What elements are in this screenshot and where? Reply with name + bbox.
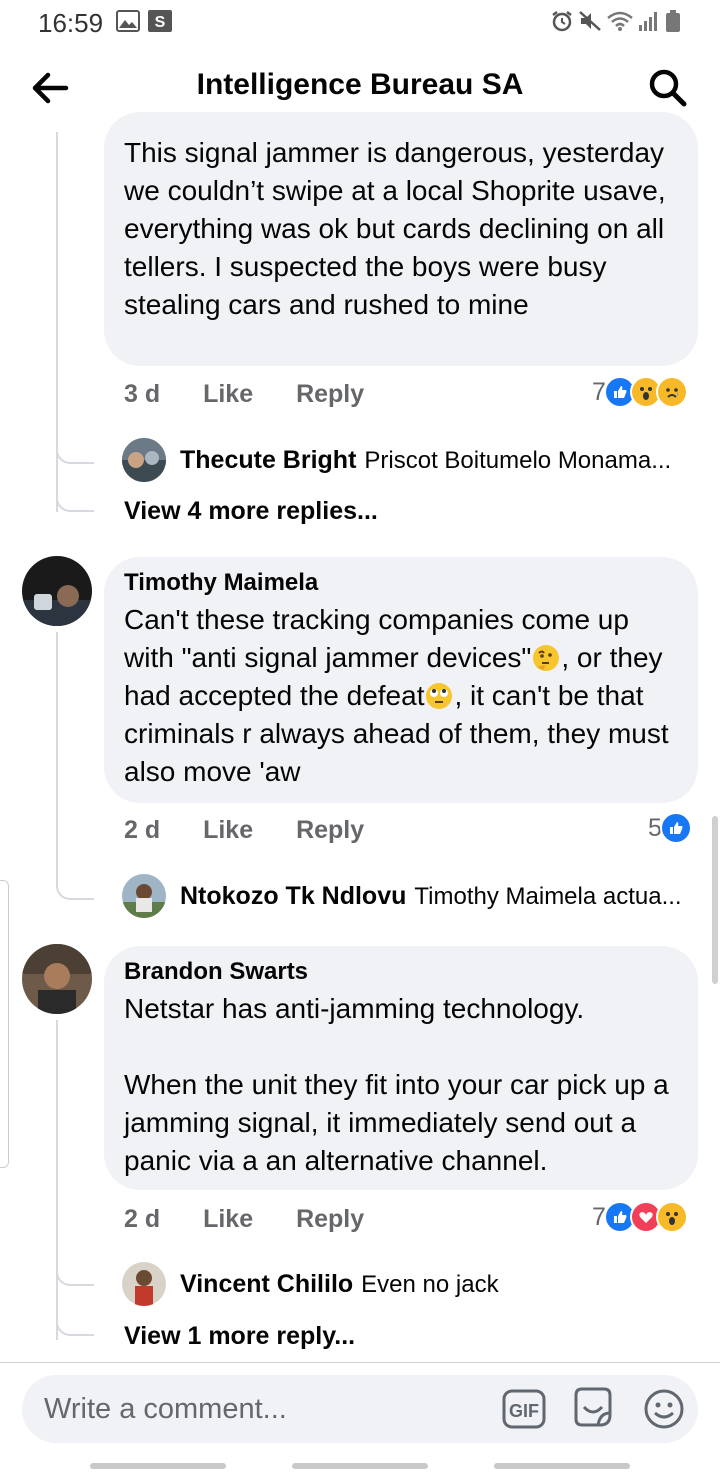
status-time: 16:59 — [38, 8, 104, 38]
reply-branch — [56, 420, 94, 464]
eye-roll-emoji-icon — [424, 680, 454, 711]
emoji-icon[interactable] — [642, 1387, 686, 1431]
reply-branch — [56, 486, 94, 512]
gallery-notification-icon — [116, 10, 140, 32]
battery-icon — [666, 10, 680, 32]
comment-text: This signal jammer is dangerous, yesterd… — [124, 137, 666, 320]
reply-branch — [56, 858, 94, 900]
like-button[interactable]: Like — [203, 1205, 253, 1233]
nav-gesture-bar — [90, 1463, 226, 1469]
page-title: Intelligence Bureau SA — [196, 68, 524, 101]
comment-actions: 2 d Like Reply — [124, 1205, 400, 1234]
like-button[interactable]: Like — [203, 380, 253, 408]
nav-gesture-bar — [292, 1463, 428, 1469]
view-more-replies-link[interactable]: View 4 more replies... — [124, 497, 378, 526]
comment-author[interactable]: Brandon Swarts — [124, 958, 678, 986]
scrollbar[interactable] — [712, 816, 718, 984]
avatar[interactable] — [122, 1262, 166, 1306]
sticker-icon[interactable] — [570, 1385, 616, 1431]
comment-bubble: Timothy Maimela Can't these tracking com… — [104, 557, 698, 803]
like-reaction-icon — [659, 812, 692, 844]
comment-text: Can't these tracking companies come up w… — [124, 601, 678, 791]
comment-time: 2 d — [124, 1205, 161, 1233]
status-bar: 16:59 S — [0, 0, 720, 44]
reaction-summary[interactable]: 5 — [648, 812, 692, 844]
reply-preview[interactable]: Thecute Bright Priscot Boitumelo Monama..… — [180, 446, 671, 475]
comment-text: Netstar has anti-jamming technology. Whe… — [124, 993, 669, 1176]
avatar[interactable] — [22, 944, 92, 1014]
reply-author: Ntokozo Tk Ndlovu — [180, 882, 407, 910]
reply-branch — [56, 1244, 94, 1286]
s-app-notification-icon: S — [148, 10, 172, 32]
comment-actions: 2 d Like Reply — [124, 816, 400, 845]
comment-time: 2 d — [124, 816, 161, 844]
comment-bubble: This signal jammer is dangerous, yesterd… — [104, 112, 698, 366]
reply-preview[interactable]: Vincent Chililo Even no jack — [180, 1270, 499, 1299]
reply-text: Even no jack — [361, 1271, 499, 1298]
reply-button[interactable]: Reply — [296, 816, 364, 844]
comment-input-placeholder: Write a comment... — [44, 1393, 287, 1425]
reply-button[interactable]: Reply — [296, 1205, 364, 1233]
reply-preview[interactable]: Ntokozo Tk Ndlovu Timothy Maimela actua..… — [180, 882, 682, 911]
alarm-icon — [552, 11, 572, 32]
svg-text:GIF: GIF — [509, 1401, 539, 1421]
avatar[interactable] — [122, 874, 166, 918]
thread-line — [56, 1020, 58, 1340]
search-icon[interactable] — [646, 66, 690, 110]
reply-author: Vincent Chililo — [180, 1270, 354, 1298]
comment-time: 3 d — [124, 380, 161, 408]
sad-reaction-icon — [655, 376, 688, 408]
thread-line — [56, 632, 58, 862]
gif-icon[interactable]: GIF — [502, 1389, 546, 1429]
signal-icon — [639, 12, 657, 31]
avatar[interactable] — [22, 556, 92, 626]
like-button[interactable]: Like — [203, 816, 253, 844]
reply-text: Priscot Boitumelo Monama... — [364, 447, 672, 474]
wow-reaction-icon — [655, 1201, 688, 1233]
comment-actions: 3 d Like Reply — [124, 380, 400, 409]
wifi-icon — [607, 11, 633, 31]
reaction-summary[interactable]: 7 — [592, 1201, 688, 1233]
avatar[interactable] — [122, 438, 166, 482]
comment-composer-bar: Write a comment... GIF — [0, 1362, 720, 1481]
svg-text:S: S — [155, 14, 166, 31]
comment-input[interactable]: Write a comment... GIF — [22, 1375, 698, 1443]
mute-icon — [579, 11, 601, 31]
reply-author: Thecute Bright — [180, 446, 357, 474]
side-panel-edge — [0, 880, 9, 1168]
reply-button[interactable]: Reply — [296, 380, 364, 408]
reply-text: Timothy Maimela actua... — [414, 883, 682, 910]
reply-branch — [56, 1310, 94, 1336]
comment-bubble: Brandon Swarts Netstar has anti-jamming … — [104, 946, 698, 1190]
thinking-emoji-icon — [531, 642, 561, 673]
nav-gesture-bar — [494, 1463, 630, 1469]
reaction-summary[interactable]: 7 — [592, 376, 688, 408]
view-more-replies-link[interactable]: View 1 more reply... — [124, 1322, 355, 1351]
comment-author[interactable]: Timothy Maimela — [124, 569, 678, 597]
